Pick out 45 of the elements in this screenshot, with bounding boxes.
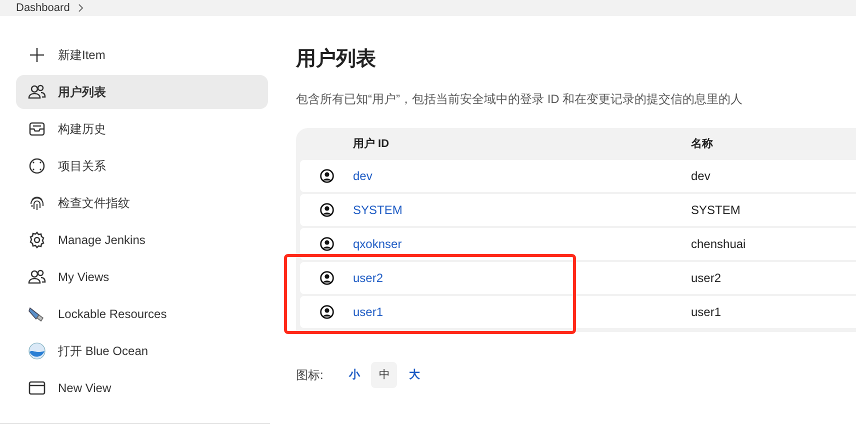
- page-description: 包含所有已知“用户”，包括当前安全域中的登录 ID 和在变更记录的提交信的息里的人: [296, 91, 744, 108]
- user-id-link[interactable]: user1: [353, 305, 384, 319]
- breadcrumb-link[interactable]: Dashboard: [16, 2, 70, 14]
- table-cell-text: user2: [691, 270, 722, 287]
- column-header: 名称: [691, 136, 713, 152]
- sidebar-item[interactable]: 用户列表: [16, 75, 268, 109]
- sidebar-item[interactable]: 打开 Blue Ocean: [16, 334, 268, 368]
- user-icon: [320, 203, 334, 217]
- plus-icon: [28, 46, 46, 64]
- icon-size-label: 图标:: [296, 367, 324, 384]
- inbox-icon: [28, 120, 46, 138]
- sidebar-item[interactable]: 构建历史: [16, 112, 268, 146]
- ring-icon: [28, 157, 46, 175]
- icon-size-option[interactable]: 中: [371, 362, 398, 388]
- user-icon: [320, 271, 334, 285]
- table-cell-text: user1: [691, 304, 722, 321]
- user-icon: [320, 169, 334, 183]
- chevron-icon: [78, 4, 84, 12]
- sidebar-item[interactable]: 检查文件指纹: [16, 186, 268, 220]
- globe-icon: [28, 342, 46, 360]
- sidebar-item[interactable]: New View: [16, 371, 268, 405]
- settings-icon: [28, 231, 46, 249]
- sidebar-item[interactable]: My Views: [16, 260, 268, 294]
- sidebar-item[interactable]: 新建Item: [16, 38, 268, 72]
- user-icon: [320, 305, 334, 319]
- table-cell-text: chenshuai: [691, 236, 746, 253]
- user-id-link[interactable]: dev: [353, 169, 372, 183]
- sidebar-item[interactable]: 项目关系: [16, 149, 268, 183]
- page-title: 用户列表: [296, 46, 377, 72]
- user-id-link[interactable]: user2: [353, 271, 384, 285]
- user-id-link[interactable]: SYSTEM: [353, 203, 402, 217]
- sidebar-item[interactable]: Lockable Resources: [16, 297, 268, 331]
- window-icon: [28, 379, 46, 397]
- table-cell-text: dev: [691, 168, 710, 185]
- fingerprint-icon: [28, 194, 46, 212]
- usb-drive-icon: [28, 305, 46, 323]
- sidebar-item[interactable]: Manage Jenkins: [16, 223, 268, 257]
- table-cell-text: SYSTEM: [691, 202, 740, 219]
- people-icon: [28, 83, 46, 101]
- user-id-link[interactable]: qxoknser: [353, 237, 402, 251]
- column-header: 用户 ID: [353, 138, 390, 150]
- icon-size-option[interactable]: 小: [341, 362, 368, 388]
- icon-size-option[interactable]: 大: [401, 362, 428, 388]
- user-icon: [320, 237, 334, 251]
- people-icon: [28, 268, 46, 286]
